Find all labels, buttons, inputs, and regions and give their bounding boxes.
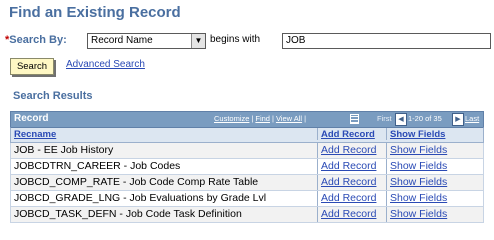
operator-label: begins with [210, 34, 261, 45]
table-row: JOBCDTRN_CAREER - Job Codes Add Record S… [10, 159, 484, 175]
arrow-right-icon[interactable]: ▶ [452, 113, 464, 126]
table-row: JOBCD_COMP_RATE - Job Code Comp Rate Tab… [10, 175, 484, 191]
recname-cell: JOBCD_TASK_DEFN - Job Code Task Definiti… [11, 207, 318, 222]
page-range: 1-20 of 35 [408, 114, 442, 123]
show-fields-link[interactable]: Show Fields [387, 143, 483, 158]
show-fields-link[interactable]: Show Fields [387, 175, 483, 190]
add-record-link[interactable]: Add Record [318, 191, 387, 206]
grid-tools: Customize | Find | View All | [214, 114, 308, 123]
column-headers: Recname Add Record Show Fields [10, 127, 484, 143]
add-record-link[interactable]: Add Record [318, 143, 387, 158]
search-button[interactable]: Search [10, 58, 54, 75]
search-input[interactable]: JOB [282, 33, 491, 49]
add-record-link[interactable]: Add Record [318, 175, 387, 190]
table-row: JOBCD_GRADE_LNG - Job Evaluations by Gra… [10, 191, 484, 207]
show-fields-link[interactable]: Show Fields [387, 159, 483, 174]
arrow-left-icon[interactable]: ◀ [395, 113, 407, 126]
search-by-text: Search By: [9, 34, 67, 46]
page-title: Find an Existing Record [9, 4, 181, 21]
add-record-link[interactable]: Add Record [318, 159, 387, 174]
find-link[interactable]: Find [255, 114, 270, 123]
recname-cell: JOBCD_GRADE_LNG - Job Evaluations by Gra… [11, 191, 318, 206]
search-results-title: Search Results [13, 90, 93, 102]
show-fields-link[interactable]: Show Fields [387, 191, 483, 206]
table-row: JOB - EE Job History Add Record Show Fie… [10, 143, 484, 159]
recname-cell: JOBCDTRN_CAREER - Job Codes [11, 159, 318, 174]
add-record-link[interactable]: Add Record [318, 207, 387, 222]
tools-separator: | [304, 114, 307, 123]
results-grid: Record Customize | Find | View All | First ◀ … [10, 111, 484, 223]
column-header-add-record[interactable]: Add Record [318, 128, 387, 140]
search-field-value: Record Name [91, 35, 153, 46]
last-link[interactable]: Last [465, 114, 479, 123]
download-grid-icon[interactable] [350, 114, 359, 124]
grid-header: Record Customize | Find | View All | First ◀ … [10, 111, 484, 127]
show-fields-link[interactable]: Show Fields [387, 207, 483, 222]
search-by-label: *Search By: [5, 34, 67, 46]
advanced-search-link[interactable]: Advanced Search [66, 59, 145, 70]
chevron-down-icon[interactable]: ▼ [191, 34, 205, 48]
column-header-recname[interactable]: Recname [11, 128, 318, 140]
table-row: JOBCD_TASK_DEFN - Job Code Task Definiti… [10, 207, 484, 223]
view-all-link[interactable]: View All [276, 114, 302, 123]
grid-caption: Record [14, 113, 49, 124]
column-header-show-fields[interactable]: Show Fields [387, 128, 483, 142]
customize-link[interactable]: Customize [214, 114, 249, 123]
tools-separator: | [271, 114, 274, 123]
recname-cell: JOB - EE Job History [11, 143, 318, 158]
search-field-select[interactable]: Record Name ▼ [87, 33, 206, 49]
recname-cell: JOBCD_COMP_RATE - Job Code Comp Rate Tab… [11, 175, 318, 190]
tools-separator: | [251, 114, 254, 123]
first-label: First [377, 114, 392, 123]
